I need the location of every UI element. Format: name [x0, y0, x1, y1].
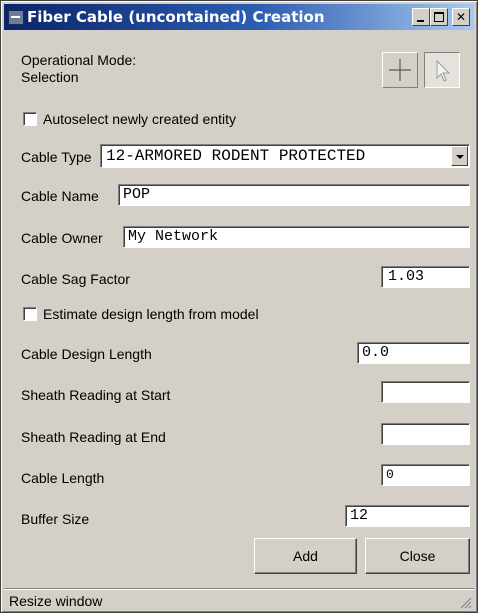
- buffer-size-label: Buffer Size: [21, 511, 90, 527]
- cable-type-select[interactable]: 12-ARMORED RODENT PROTECTED: [100, 144, 470, 168]
- title-bar[interactable]: Fiber Cable (uncontained) Creation ✕: [4, 4, 474, 30]
- cable-length-label: Cable Length: [21, 470, 105, 486]
- close-window-button[interactable]: ✕: [452, 8, 470, 26]
- minimize-button[interactable]: [412, 8, 430, 26]
- autoselect-label: Autoselect newly created entity: [43, 111, 236, 127]
- sheath-end-input[interactable]: [381, 423, 470, 445]
- maximize-icon: [434, 12, 444, 22]
- cable-owner-label: Cable Owner: [21, 230, 103, 246]
- estimate-label: Estimate design length from model: [43, 306, 259, 322]
- resize-grip-icon[interactable]: [458, 595, 472, 609]
- autoselect-checkbox[interactable]: [23, 112, 37, 126]
- design-length-label: Cable Design Length: [21, 346, 152, 362]
- maximize-button[interactable]: [430, 8, 448, 26]
- sag-factor-label: Cable Sag Factor: [21, 271, 130, 287]
- add-button[interactable]: Add: [254, 538, 357, 574]
- sheath-start-label: Sheath Reading at Start: [21, 387, 171, 403]
- close-icon: ✕: [455, 10, 467, 24]
- close-button[interactable]: Close: [365, 538, 470, 574]
- design-length-input[interactable]: 0.0: [357, 342, 470, 364]
- crosshair-tool-button[interactable]: [382, 52, 418, 88]
- chevron-down-icon[interactable]: [451, 146, 468, 166]
- select-tool-button[interactable]: [424, 52, 460, 88]
- estimate-checkbox[interactable]: [23, 307, 37, 321]
- mode-label: Operational Mode:: [21, 52, 137, 68]
- dialog-window: Fiber Cable (uncontained) Creation ✕ Ope…: [0, 0, 478, 613]
- crosshair-icon: [389, 59, 411, 81]
- sag-factor-input[interactable]: 1.03: [381, 266, 470, 288]
- cable-owner-input[interactable]: My Network: [123, 226, 470, 248]
- status-text: Resize window: [9, 593, 103, 609]
- arrow-cursor-icon: [436, 59, 451, 82]
- window-title: Fiber Cable (uncontained) Creation: [27, 8, 325, 26]
- sheath-start-input[interactable]: [381, 381, 470, 403]
- minimize-icon: [417, 20, 424, 22]
- cable-type-value: 12-ARMORED RODENT PROTECTED: [106, 147, 366, 165]
- buffer-size-input[interactable]: 12: [345, 505, 470, 527]
- app-icon: [8, 10, 24, 25]
- mode-value: Selection: [21, 69, 79, 85]
- cable-name-label: Cable Name: [21, 188, 99, 204]
- cable-name-input[interactable]: POP: [118, 184, 470, 206]
- sheath-end-label: Sheath Reading at End: [21, 429, 166, 445]
- cable-type-label: Cable Type: [21, 149, 92, 165]
- status-bar: Resize window: [4, 588, 474, 611]
- cable-length-input[interactable]: 0: [381, 464, 470, 486]
